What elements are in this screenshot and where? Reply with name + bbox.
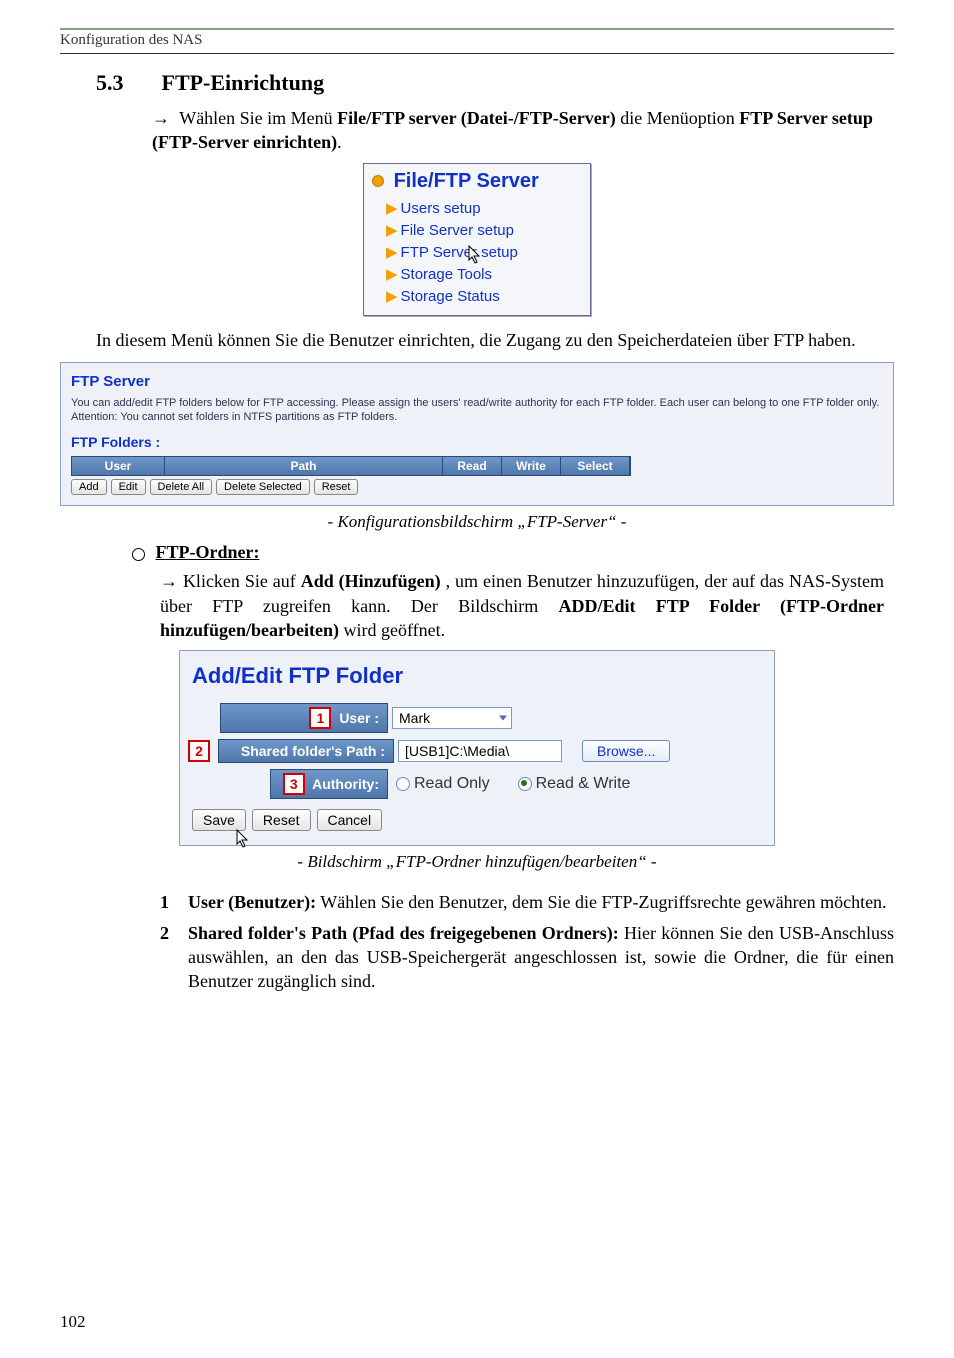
cursor-icon (236, 829, 252, 849)
browse-button[interactable]: Browse... (582, 740, 670, 762)
user-select[interactable]: Mark (392, 707, 512, 729)
menu-item-file-server-setup[interactable]: ▶File Server setup (372, 219, 582, 241)
menu-item-label: Users setup (401, 200, 481, 217)
menu-screenshot: File/FTP Server ▶Users setup ▶File Serve… (363, 163, 591, 316)
ftp-server-screenshot: FTP Server You can add/edit FTP folders … (60, 362, 894, 507)
list-item-lead: User (Benutzer): (188, 892, 316, 912)
menu-item-storage-status[interactable]: ▶Storage Status (372, 285, 582, 307)
badge-3: 3 (283, 773, 305, 795)
add-button[interactable]: Add (71, 479, 107, 495)
intro-text-2: die Menüoption (620, 108, 739, 128)
ftp-folders-subheading: FTP Folders : (71, 434, 883, 450)
after-menu-paragraph: In diesem Menü können Sie die Benutzer e… (96, 328, 894, 352)
path-input-value: [USB1]C:\Media\ (405, 743, 509, 759)
triangle-icon: ▶ (386, 244, 398, 261)
caption-ftp-server: - Konfigurationsbildschirm „FTP-Server“ … (60, 512, 894, 532)
th-user: User (72, 457, 165, 475)
add-edit-title: Add/Edit FTP Folder (192, 663, 762, 689)
delete-selected-button[interactable]: Delete Selected (216, 479, 310, 495)
triangle-icon: ▶ (386, 266, 398, 283)
intro-bold-1: File/FTP server (Datei-/FTP-Server) (337, 108, 616, 128)
edit-button[interactable]: Edit (111, 479, 146, 495)
list-item: Shared folder's Path (Pfad des freigegeb… (160, 921, 894, 994)
reset-button[interactable]: Reset (314, 479, 359, 495)
menu-title: File/FTP Server (372, 170, 582, 193)
list-item: User (Benutzer): Wählen Sie den Benutzer… (160, 890, 894, 914)
th-read: Read (443, 457, 502, 475)
section-title: FTP-Einrichtung (162, 70, 325, 95)
orange-dot-icon (372, 175, 384, 187)
menu-item-label: FTP Server setup (401, 244, 518, 261)
menu-item-label: Storage Status (401, 288, 500, 305)
dialog-button-row: Save Reset Cancel (192, 809, 762, 831)
menu-item-ftp-server-setup[interactable]: ▶FTP Server setup (372, 241, 582, 263)
label-user: 1 User : (220, 703, 388, 733)
ftp-server-desc2: Attention: You cannot set folders in NTF… (71, 410, 883, 424)
menu-item-storage-tools[interactable]: ▶Storage Tools (372, 263, 582, 285)
badge-2: 2 (188, 740, 210, 762)
arrow-icon: → (160, 571, 178, 591)
section-heading: 5.3 FTP-Einrichtung (96, 70, 894, 96)
radio-icon (396, 777, 410, 791)
page-number: 102 (60, 1312, 86, 1332)
label-user-text: User : (339, 710, 379, 726)
menu-item-users-setup[interactable]: ▶Users setup (372, 197, 582, 219)
form-row-path: 2 Shared folder's Path : [USB1]C:\Media\… (192, 739, 762, 763)
caption-add-edit: - Bildschirm „FTP-Ordner hinzufügen/bear… (60, 852, 894, 872)
intro-text-1: Wählen Sie im Menü (179, 108, 337, 128)
menu-item-label: File Server setup (401, 222, 514, 239)
section-number: 5.3 (96, 70, 156, 96)
ftp-table-header: User Path Read Write Select (71, 456, 631, 476)
add-bold-1: Add (Hinzufügen) (301, 571, 441, 591)
radio-read-write-label: Read & Write (536, 775, 631, 793)
ftp-button-row: Add Edit Delete All Delete Selected Rese… (71, 479, 631, 495)
header-region-text: Konfiguration des NAS (60, 32, 894, 49)
triangle-icon: ▶ (386, 222, 398, 239)
add-edit-ftp-folder-screenshot: Add/Edit FTP Folder 1 User : Mark 2 Shar… (179, 650, 775, 846)
label-path: Shared folder's Path : (218, 739, 394, 763)
th-select: Select (561, 457, 630, 475)
add-text-3: wird geöffnet. (344, 620, 446, 640)
radio-read-write[interactable]: Read & Write (518, 775, 631, 793)
radio-read-only[interactable]: Read Only (396, 775, 490, 793)
triangle-icon: ▶ (386, 288, 398, 305)
add-instruction-paragraph: → Klicken Sie auf Add (Hinzufügen) , um … (160, 569, 884, 642)
ftp-ordner-title: FTP-Ordner: (156, 542, 260, 562)
circle-icon (132, 548, 145, 561)
intro-text-3: . (337, 132, 342, 152)
label-authority-text: Authority: (312, 776, 379, 792)
intro-paragraph: → Wählen Sie im Menü File/FTP server (Da… (152, 106, 884, 155)
menu-title-text: File/FTP Server (394, 170, 539, 192)
radio-read-only-label: Read Only (414, 775, 490, 793)
list-item-text: Wählen Sie den Benutzer, dem Sie die FTP… (316, 892, 886, 912)
list-item-lead: Shared folder's Path (Pfad des freigegeb… (188, 923, 619, 943)
label-path-text: Shared folder's Path : (241, 743, 385, 759)
label-authority: 3 Authority: (270, 769, 388, 799)
delete-all-button[interactable]: Delete All (150, 479, 212, 495)
cursor-icon (468, 245, 484, 265)
add-text-1: Klicken Sie auf (183, 571, 301, 591)
save-button[interactable]: Save (192, 809, 246, 831)
form-row-user: 1 User : Mark (192, 703, 762, 733)
page-header: Konfiguration des NAS (60, 28, 894, 54)
th-write: Write (502, 457, 561, 475)
user-selected-value: Mark (399, 710, 430, 726)
th-path: Path (165, 457, 443, 475)
badge-1: 1 (309, 707, 331, 729)
reset-button-dialog[interactable]: Reset (252, 809, 311, 831)
numbered-list: User (Benutzer): Wählen Sie den Benutzer… (160, 890, 894, 993)
menu-item-label: Storage Tools (401, 266, 492, 283)
ftp-server-heading: FTP Server (71, 373, 883, 390)
form-row-authority: 3 Authority: Read Only Read & Write (192, 769, 762, 799)
path-input[interactable]: [USB1]C:\Media\ (398, 740, 562, 762)
arrow-icon: → (152, 108, 175, 128)
header-rule (60, 53, 894, 54)
ftp-ordner-heading: FTP-Ordner: (132, 542, 894, 563)
ftp-server-desc1: You can add/edit FTP folders below for F… (71, 396, 883, 410)
radio-icon-checked (518, 777, 532, 791)
cancel-button[interactable]: Cancel (317, 809, 383, 831)
triangle-icon: ▶ (386, 200, 398, 217)
